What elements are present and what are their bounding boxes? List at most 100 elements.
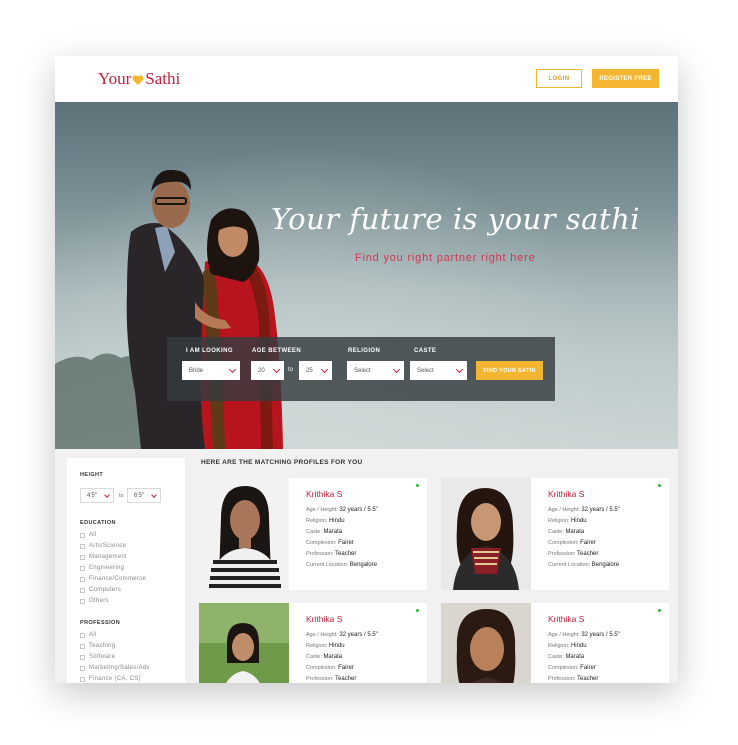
religion-value: Select bbox=[354, 367, 371, 374]
profession-option[interactable]: Marketing/Sales/Adv bbox=[80, 665, 150, 671]
field-label: Caste: bbox=[306, 529, 322, 535]
education-option[interactable]: Engineering bbox=[80, 565, 124, 571]
profession-option[interactable]: Software bbox=[80, 654, 115, 660]
field-value: Teacher bbox=[335, 551, 357, 557]
profile-photo bbox=[199, 603, 289, 683]
online-status-dot bbox=[658, 484, 661, 487]
field-label: Complexion: bbox=[306, 540, 337, 546]
field-label: Age / Height: bbox=[548, 507, 580, 513]
profile-name[interactable]: Krithika S bbox=[306, 614, 342, 624]
profile-caste-row: Caste: Marata bbox=[306, 529, 342, 535]
hero-banner: Your future is your sathi Find you right… bbox=[55, 102, 678, 449]
search-panel: I AM LOOKING Bride AGE BETWEEN 20 to 25 … bbox=[167, 337, 555, 401]
education-option[interactable]: Others bbox=[80, 598, 109, 604]
field-label: Profession: bbox=[548, 676, 576, 682]
looking-select[interactable]: Bride bbox=[182, 361, 240, 380]
option-label: Finance (CA, CS) bbox=[89, 676, 141, 682]
profession-heading: PROFESSION bbox=[80, 620, 121, 626]
field-label: Age / Height: bbox=[306, 507, 338, 513]
filter-sidebar: HEIGHT 4'5" to 6'5" EDUCATION All Arts/S… bbox=[67, 458, 185, 683]
field-value: Hindu bbox=[570, 518, 587, 524]
find-your-sathi-button[interactable]: FIND YOUR SATHI bbox=[476, 361, 543, 380]
field-label: Profession: bbox=[548, 551, 576, 557]
religion-select[interactable]: Select bbox=[347, 361, 404, 380]
field-value: Marata bbox=[323, 529, 343, 535]
profile-profession-row: Profession: Teacher bbox=[548, 676, 598, 682]
profile-name[interactable]: Krithika S bbox=[306, 489, 342, 499]
field-label: Current Location: bbox=[306, 562, 349, 568]
field-value: Hindu bbox=[570, 643, 587, 649]
caste-label: CASTE bbox=[414, 348, 437, 354]
login-button[interactable]: LOGIN bbox=[536, 69, 582, 88]
field-value: Fairer bbox=[338, 665, 354, 671]
height-to-select[interactable]: 6'5" bbox=[127, 488, 161, 503]
field-value: 32 years / 5.5" bbox=[339, 632, 378, 638]
checkbox-icon bbox=[80, 587, 85, 593]
field-value: Bengalore bbox=[349, 562, 378, 568]
heart-icon bbox=[132, 75, 144, 85]
field-label: Profession: bbox=[306, 551, 334, 557]
hero-subtagline: Find you right partner right here bbox=[355, 252, 536, 264]
religion-label: RELIGION bbox=[348, 348, 381, 354]
caste-value: Select bbox=[417, 367, 434, 374]
education-option[interactable]: Arts/Science bbox=[80, 543, 126, 549]
option-label: Marketing/Sales/Adv bbox=[89, 665, 150, 671]
online-status-dot bbox=[416, 609, 419, 612]
option-label: All bbox=[89, 632, 97, 638]
profile-card[interactable]: Krithika S Age / Height: 32 years / 5.5"… bbox=[199, 478, 427, 590]
field-value: Fairer bbox=[580, 665, 596, 671]
profile-name[interactable]: Krithika S bbox=[548, 489, 584, 499]
site-logo[interactable]: Your Sathi bbox=[98, 69, 180, 89]
profile-religion-row: Religion: Hindu bbox=[306, 518, 345, 524]
profile-photo bbox=[199, 478, 289, 590]
chevron-down-icon bbox=[392, 365, 401, 374]
option-label: Management bbox=[89, 554, 128, 560]
results-heading: HERE ARE THE MATCHING PROFILES FOR YOU bbox=[201, 459, 363, 466]
education-option[interactable]: Computers bbox=[80, 587, 121, 593]
field-label: Age / Height: bbox=[306, 632, 338, 638]
profession-option[interactable]: Teaching bbox=[80, 643, 115, 649]
profile-profession-row: Profession: Teacher bbox=[306, 551, 356, 557]
height-from-select[interactable]: 4'5" bbox=[80, 488, 114, 503]
field-value: Fairer bbox=[338, 540, 354, 546]
education-option[interactable]: All bbox=[80, 532, 97, 538]
chevron-down-icon bbox=[228, 365, 237, 374]
profession-option[interactable]: All bbox=[80, 632, 97, 638]
profile-card[interactable]: Krithika S Age / Height: 32 years / 5.5"… bbox=[441, 478, 669, 590]
profile-location-row: Current Location: Bengalore bbox=[548, 562, 619, 568]
caste-select[interactable]: Select bbox=[410, 361, 467, 380]
field-value: 32 years / 5.5" bbox=[581, 632, 620, 638]
checkbox-icon bbox=[80, 632, 85, 638]
option-label: Others bbox=[89, 598, 109, 604]
profile-complexion-row: Complexion: Fairer bbox=[548, 665, 596, 671]
field-label: Complexion: bbox=[548, 665, 579, 671]
profile-card[interactable]: Krithika S Age / Height: 32 years / 5.5"… bbox=[199, 603, 427, 683]
age-to-select[interactable]: 25 bbox=[299, 361, 332, 380]
age-to-value: 25 bbox=[306, 367, 313, 374]
profession-option[interactable]: Finance (CA, CS) bbox=[80, 676, 141, 682]
profile-religion-row: Religion: Hindu bbox=[306, 643, 345, 649]
height-separator: to bbox=[119, 493, 124, 499]
register-free-button[interactable]: REGISTER FREE bbox=[592, 69, 659, 88]
checkbox-icon bbox=[80, 543, 85, 549]
profile-card[interactable]: Krithika S Age / Height: 32 years / 5.5"… bbox=[441, 603, 669, 683]
education-option[interactable]: Finance/Commerce bbox=[80, 576, 146, 582]
profile-complexion-row: Complexion: Fairer bbox=[306, 665, 354, 671]
field-value: Hindu bbox=[328, 518, 345, 524]
field-value: 32 years / 5.5" bbox=[581, 507, 620, 513]
field-value: Bengalore bbox=[591, 562, 620, 568]
profile-age-row: Age / Height: 32 years / 5.5" bbox=[548, 632, 620, 638]
checkbox-icon bbox=[80, 598, 85, 604]
looking-value: Bride bbox=[189, 367, 204, 374]
field-value: Hindu bbox=[328, 643, 345, 649]
profile-name[interactable]: Krithika S bbox=[548, 614, 584, 624]
age-from-select[interactable]: 20 bbox=[251, 361, 284, 380]
option-label: All bbox=[89, 532, 97, 538]
profile-religion-row: Religion: Hindu bbox=[548, 643, 587, 649]
age-to-separator: to bbox=[288, 367, 294, 373]
profile-age-row: Age / Height: 32 years / 5.5" bbox=[306, 632, 378, 638]
checkbox-icon bbox=[80, 532, 85, 538]
education-option[interactable]: Management bbox=[80, 554, 127, 560]
profile-complexion-row: Complexion: Fairer bbox=[548, 540, 596, 546]
field-label: Current Location: bbox=[548, 562, 591, 568]
